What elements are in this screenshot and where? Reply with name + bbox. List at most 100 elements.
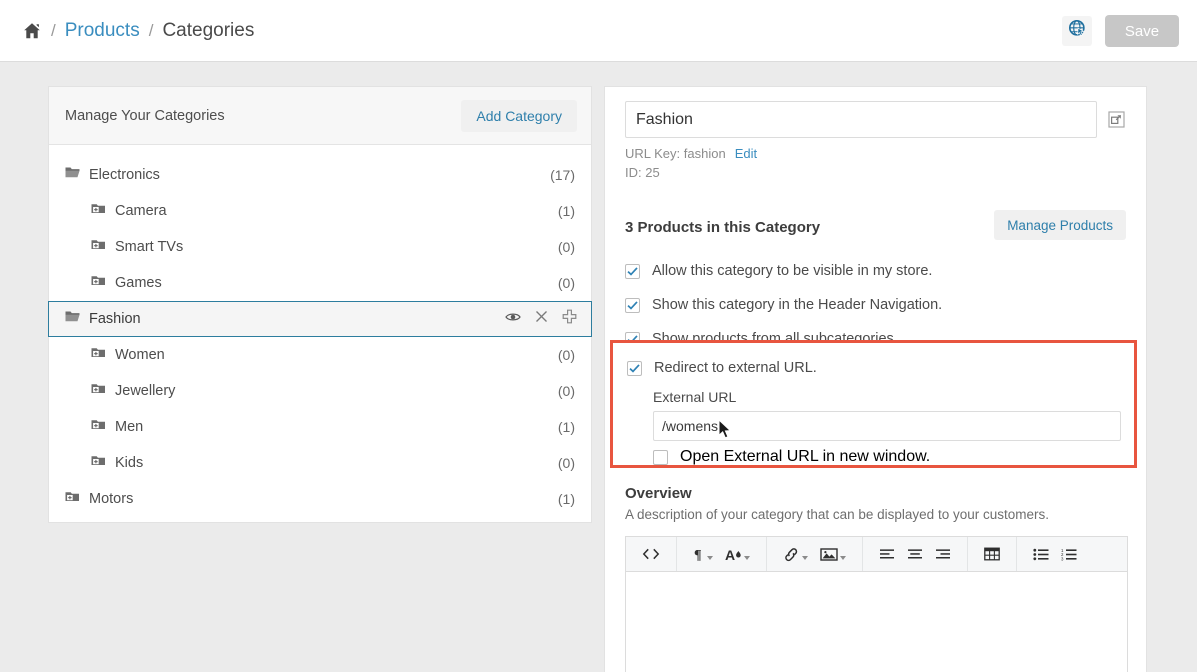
tree-item-count: (0) [557,275,575,291]
tree-item-count: (0) [557,239,575,255]
tree-item-kids[interactable]: Kids (0) [49,445,591,481]
tree-item-count: (17) [550,167,575,183]
insert-link-icon[interactable] [777,538,814,571]
option-label: Redirect to external URL. [654,360,817,376]
save-button[interactable]: Save [1105,15,1179,47]
tree-item-label: Men [115,419,144,435]
option-redirect-external-url[interactable]: Redirect to external URL. [627,353,1120,383]
redirect-external-url-section: Redirect to external URL. External URL O… [610,340,1137,468]
tree-item-count: (1) [557,491,575,507]
categories-panel-title: Manage Your Categories [65,107,225,124]
categories-panel: Manage Your Categories Add Category Elec… [48,86,592,523]
breadcrumb: / Products / Categories [22,0,254,62]
tree-item-games[interactable]: Games (0) [49,265,591,301]
tree-item-camera[interactable]: Camera (1) [49,193,591,229]
ordered-list-icon[interactable]: 1 2 3 [1055,538,1083,571]
overview-section: Overview A description of your category … [625,485,1128,672]
close-icon[interactable] [535,310,548,328]
folder-plus-icon [91,238,106,256]
option-label: Allow this category to be visible in my … [652,263,933,279]
folder-plus-icon [91,454,106,472]
insert-table-icon[interactable] [978,538,1006,571]
folder-plus-icon [65,490,80,508]
tree-item-count: (1) [557,419,575,435]
editor-content-area[interactable] [626,572,1127,672]
code-view-icon[interactable] [636,538,666,571]
folder-open-icon [65,310,80,328]
checkbox-checked-icon[interactable] [625,263,640,279]
url-key-edit-link[interactable]: Edit [735,146,757,161]
url-key-line: URL Key: fashion Edit [625,146,1126,161]
tree-item-jewellery[interactable]: Jewellery (0) [49,373,591,409]
tree-item-women[interactable]: Women (0) [49,337,591,373]
categories-panel-header: Manage Your Categories Add Category [49,87,591,145]
folder-plus-icon [91,418,106,436]
manage-products-button[interactable]: Manage Products [994,210,1126,240]
tree-item-label: Kids [115,455,144,471]
move-icon[interactable] [562,309,577,329]
align-left-icon[interactable] [873,538,901,571]
external-url-input[interactable] [653,411,1121,441]
tree-item-label: Electronics [89,167,160,183]
tree-item-electronics[interactable]: Electronics (17) [49,157,591,193]
tree-item-label: Motors [89,491,134,507]
tree-item-count: (0) [557,455,575,471]
insert-image-icon[interactable] [814,538,852,571]
tree-item-label: Fashion [89,311,141,327]
option-label: Show this category in the Header Navigat… [652,297,943,313]
category-name-input[interactable] [625,101,1098,138]
paragraph-format-icon[interactable]: ¶ [687,538,719,571]
tree-item-fashion[interactable]: Fashion [48,301,592,337]
align-center-icon[interactable] [901,538,929,571]
tree-item-label: Games [115,275,162,291]
text-color-icon[interactable]: A [719,538,756,571]
rich-text-editor: ¶ A 1 2 3 [625,536,1128,672]
tree-item-motors[interactable]: Motors (1) [49,481,591,517]
tree-item-label: Smart TVs [115,239,184,255]
checkbox-unchecked-icon[interactable] [653,449,668,465]
tree-item-men[interactable]: Men (1) [49,409,591,445]
breadcrumb-link-products[interactable]: Products [65,20,140,42]
eye-icon[interactable] [505,310,521,328]
external-link-icon[interactable] [1107,110,1126,129]
overview-title: Overview [625,485,692,502]
chevron-down-icon [707,555,713,560]
tree-item-label: Jewellery [115,383,176,399]
url-key-label: URL Key: fashion [625,146,726,161]
overview-subtitle: A description of your category that can … [625,507,1049,522]
svg-text:3: 3 [1061,556,1064,561]
chevron-down-icon [744,555,750,560]
tree-item-count: (0) [557,347,575,363]
add-category-button[interactable]: Add Category [461,100,577,132]
checkbox-checked-icon[interactable] [625,297,640,313]
external-url-label: External URL [653,389,737,405]
tree-item-actions [505,309,577,329]
tree-item-smart-tvs[interactable]: Smart TVs (0) [49,229,591,265]
checkbox-checked-icon[interactable] [627,360,642,376]
globe-cursor-icon [1068,19,1087,43]
breadcrumb-current-categories: Categories [162,20,255,41]
breadcrumb-separator-2: / [148,21,154,40]
products-summary-row: 3 Products in this Category Manage Produ… [625,210,1126,244]
folder-plus-icon [91,346,106,364]
category-tree: Electronics (17) Camera (1) Smart TVs (0… [48,145,592,517]
breadcrumb-separator-1: / [51,21,56,40]
tree-item-label: Camera [115,203,167,219]
tree-item-label: Women [115,347,165,363]
svg-text:¶: ¶ [694,548,702,562]
align-right-icon[interactable] [929,538,957,571]
category-id-label: ID: 25 [625,165,660,180]
option-open-in-new-window[interactable]: Open External URL in new window. [653,448,1120,466]
app-header: / Products / Categories Save [0,0,1197,62]
chevron-down-icon [802,555,808,560]
editor-toolbar: ¶ A 1 2 3 [626,537,1127,572]
home-icon[interactable] [22,21,42,41]
tree-item-count: (0) [557,383,575,399]
chevron-down-icon [840,555,846,560]
option-visible-in-store[interactable]: Allow this category to be visible in my … [625,256,1126,286]
products-count-title: 3 Products in this Category [625,218,821,236]
unordered-list-icon[interactable] [1027,538,1055,571]
svg-text:A: A [725,547,735,562]
option-header-navigation[interactable]: Show this category in the Header Navigat… [625,290,1126,320]
store-view-button[interactable] [1062,16,1092,46]
